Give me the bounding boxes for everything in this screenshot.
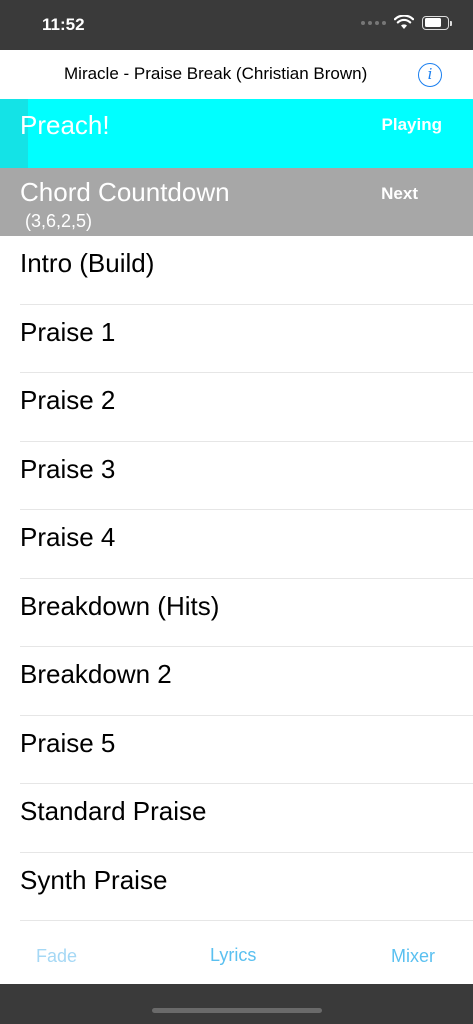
lyrics-button[interactable]: Lyrics xyxy=(210,945,256,966)
section-label: Breakdown 2 xyxy=(20,659,172,689)
home-area xyxy=(0,984,473,1024)
wifi-icon xyxy=(394,15,414,29)
section-item[interactable]: Breakdown (Hits) xyxy=(0,579,473,648)
section-item[interactable]: Breakdown 2 xyxy=(0,647,473,716)
cellular-signal-icon xyxy=(361,20,386,25)
now-playing-label: Preach! xyxy=(20,110,110,140)
status-bar: 11:52 xyxy=(0,0,473,50)
section-list: Intro (Build) Praise 1 Praise 2 Praise 3… xyxy=(0,236,473,921)
up-next-label: Chord Countdown xyxy=(20,177,230,207)
section-item[interactable]: Praise 2 xyxy=(0,373,473,442)
section-label: Intro (Build) xyxy=(20,248,155,278)
section-label: Praise 5 xyxy=(20,727,116,758)
now-playing-row[interactable]: Preach! Playing xyxy=(0,99,473,168)
playing-status: Playing xyxy=(381,115,442,134)
section-label: Synth Praise xyxy=(20,864,168,895)
info-icon[interactable]: i xyxy=(418,63,442,87)
section-item[interactable]: Praise 4 xyxy=(0,510,473,579)
bottom-toolbar: Fade Lyrics Mixer xyxy=(0,921,473,984)
title-bar: Miracle - Praise Break (Christian Brown)… xyxy=(0,50,473,99)
status-icons xyxy=(361,15,452,30)
section-label: Praise 4 xyxy=(20,522,116,552)
section-item[interactable]: Intro (Build) xyxy=(0,236,473,305)
section-item[interactable]: Praise 1 xyxy=(0,305,473,374)
up-next-row[interactable]: Chord Countdown (3,6,2,5) Next xyxy=(0,168,473,236)
status-time: 11:52 xyxy=(42,15,85,34)
next-status: Next xyxy=(381,184,418,203)
section-label: Breakdown (Hits) xyxy=(20,590,220,621)
section-label: Praise 3 xyxy=(20,453,116,484)
home-indicator[interactable] xyxy=(152,1008,322,1013)
mixer-button[interactable]: Mixer xyxy=(391,946,435,967)
section-item[interactable]: Praise 5 xyxy=(0,716,473,785)
section-item[interactable]: Praise 3 xyxy=(0,442,473,511)
song-title: Miracle - Praise Break (Christian Brown) xyxy=(64,64,368,83)
fade-button[interactable]: Fade xyxy=(36,946,77,967)
section-item[interactable]: Synth Praise xyxy=(0,853,473,922)
battery-icon xyxy=(422,15,452,30)
up-next-chords: (3,6,2,5) xyxy=(25,211,93,231)
section-label: Praise 1 xyxy=(20,316,116,347)
section-label: Standard Praise xyxy=(20,796,207,826)
section-label: Praise 2 xyxy=(20,385,116,415)
section-item[interactable]: Standard Praise xyxy=(0,784,473,853)
